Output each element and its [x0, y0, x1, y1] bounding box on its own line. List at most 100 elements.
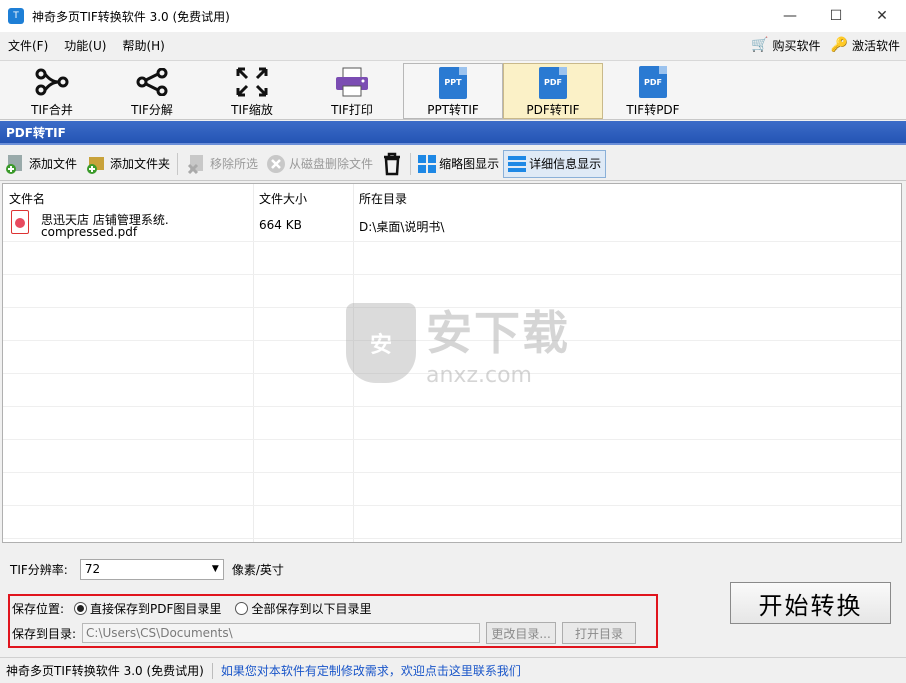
radio-same-dir-label: 直接保存到PDF图目录里 [90, 601, 222, 616]
ppt-to-tif-label: PPT转TIF [427, 103, 479, 117]
column-header-size[interactable]: 文件大小 [259, 190, 307, 207]
add-folder-button[interactable]: 添加文件夹 [81, 150, 174, 178]
list-view-icon [508, 155, 527, 172]
tif-print-label: TIF打印 [331, 103, 373, 117]
menu-help[interactable]: 帮助(H) [114, 37, 172, 54]
menu-bar: 文件(F) 功能(U) 帮助(H) 🛒 购买软件 🔑 激活软件 [0, 32, 906, 58]
add-file-label: 添加文件 [29, 157, 78, 171]
resolution-value: 72 [84, 562, 101, 576]
thumbnail-view-button[interactable]: 缩略图显示 [414, 150, 503, 178]
file-list[interactable]: 文件名 文件大小 所在目录 思迅天店 店铺管理系统. compressed.pd… [2, 183, 902, 543]
remove-selected-button[interactable]: 移除所选 [181, 150, 262, 178]
save-location-label: 保存位置: [12, 601, 65, 616]
activate-label: 激活软件 [851, 38, 900, 53]
detail-view-button[interactable]: 详细信息显示 [503, 149, 607, 178]
grid-view-icon [418, 154, 437, 173]
merge-icon [35, 65, 69, 99]
save-dir-input[interactable]: C:\Users\CS\Documents\ [82, 623, 481, 643]
activate-software-link[interactable]: 🔑 激活软件 [831, 37, 900, 54]
status-divider [211, 662, 213, 679]
printer-icon [334, 65, 370, 99]
close-button[interactable]: ✕ [859, 0, 905, 32]
change-dir-button[interactable]: 更改目录... [486, 622, 557, 644]
window-title: 神奇多页TIF转换软件 3.0 (免费试用) [32, 9, 230, 24]
tif-to-pdf-label: TIF转PDF [626, 103, 680, 117]
remove-file-icon [187, 154, 204, 174]
delete-from-disk-button[interactable]: 从磁盘删除文件 [262, 150, 377, 178]
add-folder-icon [87, 156, 105, 174]
detail-view-label: 详细信息显示 [529, 157, 602, 171]
file-size: 664 KB [259, 218, 302, 232]
start-convert-button[interactable]: 开始转换 [730, 582, 891, 624]
resolution-select[interactable]: 72 ▼ [79, 558, 224, 580]
watermark-text: 安下载 [426, 306, 570, 360]
add-file-button[interactable]: 添加文件 [0, 150, 81, 178]
file-name-line2: compressed.pdf [41, 225, 138, 239]
tif-resize-button[interactable]: TIF缩放 [202, 63, 302, 119]
buy-software-link[interactable]: 🛒 购买软件 [751, 37, 820, 54]
save-settings-box: 保存位置: 直接保存到PDF图目录里 全部保存到以下目录里 保存到目录: C:\… [8, 594, 658, 648]
pdf-to-tif-button[interactable]: PDF PDF转TIF [503, 63, 603, 119]
tif-to-pdf-button[interactable]: PDF TIF转PDF [603, 63, 703, 119]
radio-button[interactable] [235, 601, 249, 615]
resolution-row: TIF分辨率: 72 ▼ 像素/英寸 [10, 558, 284, 580]
ppt-to-tif-button[interactable]: PPT PPT转TIF [403, 63, 503, 119]
add-folder-label: 添加文件夹 [110, 157, 171, 171]
tif-merge-label: TIF合并 [31, 103, 73, 117]
tif-split-label: TIF分解 [131, 103, 173, 117]
chevron-down-icon: ▼ [211, 564, 219, 574]
column-header-name[interactable]: 文件名 [9, 190, 45, 207]
column-header-dir[interactable]: 所在目录 [359, 190, 407, 207]
shopping-cart-icon: 🛒 [751, 37, 769, 53]
save-dir-row: 保存到目录: C:\Users\CS\Documents\ 更改目录... 打开… [12, 622, 637, 644]
toolbar-divider [410, 152, 412, 175]
remove-selected-label: 移除所选 [210, 157, 259, 171]
watermark-domain: anxz.com [426, 363, 532, 388]
main-toolbar: TIF合并 TIF分解 TIF缩放 TIF打印 PPT PPT转TIF PDF … [0, 60, 906, 120]
add-file-icon [6, 154, 22, 174]
clear-list-button[interactable] [377, 150, 407, 178]
pdf-file-icon [11, 210, 29, 234]
delete-circle-icon [267, 154, 286, 173]
radio-same-dir[interactable]: 直接保存到PDF图目录里 [74, 600, 221, 617]
resize-arrows-icon [235, 65, 269, 99]
resolution-label: TIF分辨率: [10, 562, 68, 577]
save-dir-label: 保存到目录: [12, 626, 77, 641]
file-toolbar: 添加文件 添加文件夹 移除所选 从磁盘删除文件 缩略图显示 详细信息显示 [0, 147, 906, 181]
contact-link[interactable]: 如果您对本软件有定制修改需求，欢迎点击这里联系我们 [221, 662, 521, 679]
status-text: 神奇多页TIF转换软件 3.0 (免费试用) [6, 664, 204, 678]
buy-label: 购买软件 [772, 38, 821, 53]
ppt-doc-icon: PPT [439, 66, 467, 99]
thumbnail-view-label: 缩略图显示 [439, 157, 500, 171]
menu-function[interactable]: 功能(U) [56, 37, 114, 54]
tif-resize-label: TIF缩放 [231, 103, 273, 117]
open-dir-button[interactable]: 打开目录 [562, 622, 637, 644]
toolbar-divider [177, 152, 179, 175]
title-bar: T 神奇多页TIF转换软件 3.0 (免费试用) — ☐ ✕ [0, 0, 906, 32]
pdf-doc-icon: PDF [539, 66, 567, 99]
minimize-button[interactable]: — [767, 0, 813, 32]
section-title: PDF转TIF [0, 121, 906, 145]
tif-split-button[interactable]: TIF分解 [102, 63, 202, 119]
resolution-unit: 像素/英寸 [231, 562, 284, 577]
key-icon: 🔑 [830, 37, 848, 53]
trash-icon [384, 152, 401, 175]
file-list-header: 文件名 文件大小 所在目录 [3, 184, 901, 210]
save-location-row: 保存位置: 直接保存到PDF图目录里 全部保存到以下目录里 [12, 599, 371, 617]
radio-custom-dir[interactable]: 全部保存到以下目录里 [235, 600, 371, 617]
share-split-icon [135, 65, 169, 99]
radio-button-checked[interactable] [74, 601, 88, 615]
pdf-doc-icon: PDF [639, 65, 667, 99]
watermark: 安 安下载 anxz.com [346, 297, 570, 388]
delete-from-disk-label: 从磁盘删除文件 [289, 157, 374, 171]
radio-custom-dir-label: 全部保存到以下目录里 [251, 601, 372, 616]
menu-file[interactable]: 文件(F) [0, 37, 56, 54]
file-directory: D:\桌面\说明书\ [359, 220, 445, 234]
tif-merge-button[interactable]: TIF合并 [2, 63, 102, 119]
pdf-to-tif-label: PDF转TIF [526, 103, 580, 117]
watermark-shield-icon: 安 [346, 302, 416, 383]
status-bar: 神奇多页TIF转换软件 3.0 (免费试用) 如果您对本软件有定制修改需求，欢迎… [0, 657, 906, 683]
tif-print-button[interactable]: TIF打印 [302, 63, 402, 119]
maximize-button[interactable]: ☐ [813, 0, 859, 32]
app-icon: T [8, 8, 24, 24]
